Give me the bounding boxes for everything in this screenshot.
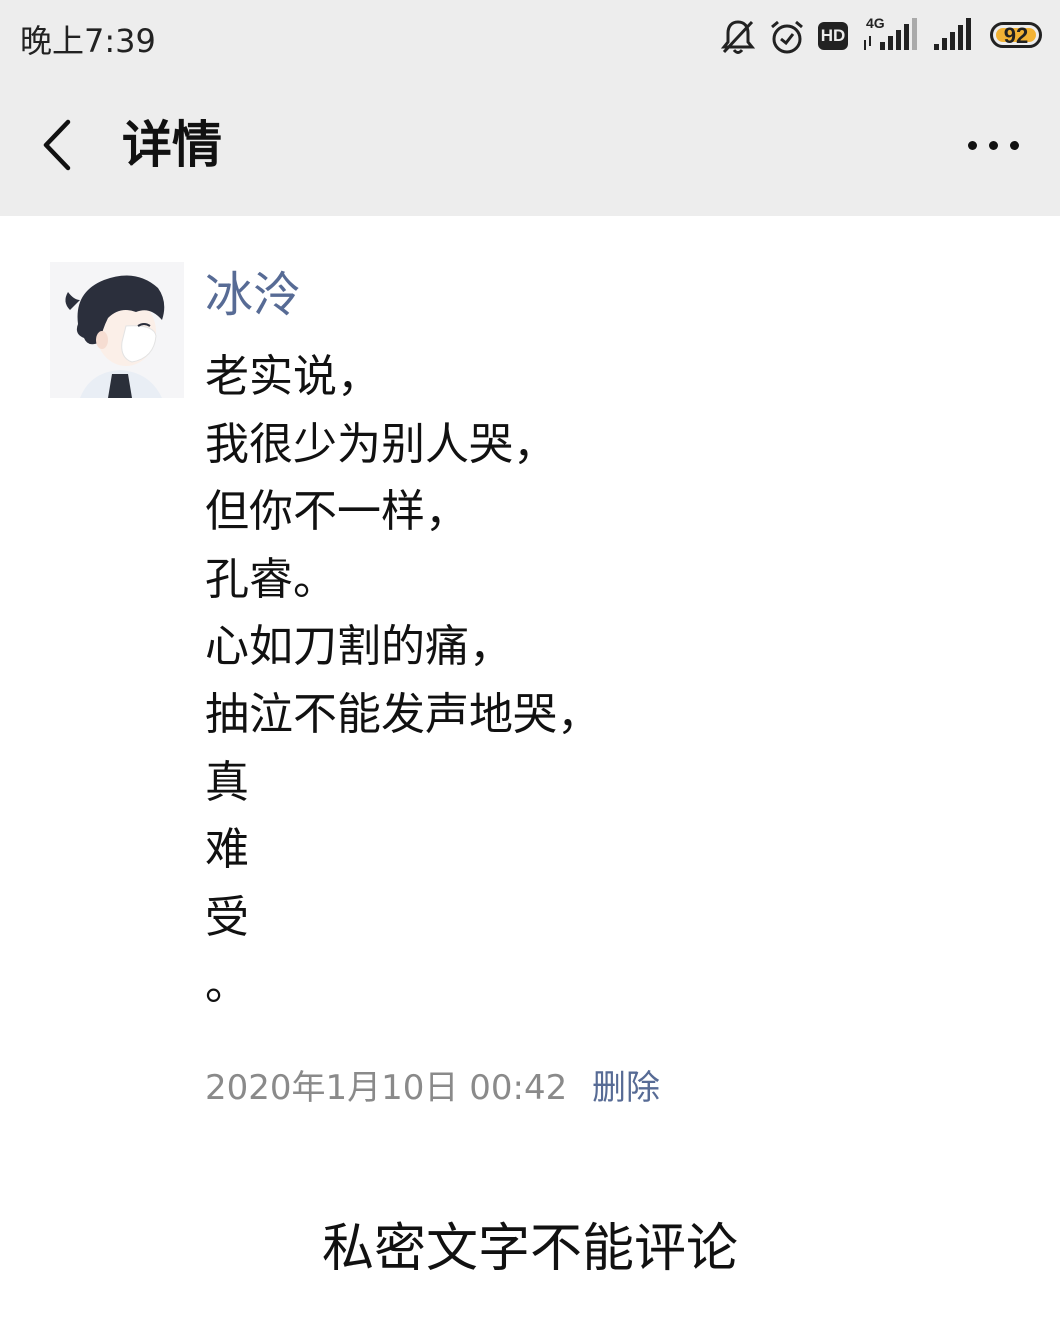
post-line: 受 (205, 891, 249, 943)
post-line: 但你不一样， (205, 486, 469, 538)
post-text: 老实说， 我很少为别人哭， 但你不一样， 孔睿。 心如刀割的痛， 抽泣不能发声地… (205, 343, 1025, 1019)
page-title: 详情 (122, 116, 222, 174)
post-line: 孔睿。 (205, 553, 337, 605)
avatar-illustration (50, 262, 184, 398)
more-dot (1010, 141, 1019, 150)
post-timestamp: 2020年1月10日 00:42 (205, 1068, 568, 1108)
more-button[interactable] (962, 126, 1032, 166)
post-line: 我很少为别人哭， (205, 418, 557, 470)
post-line: 心如刀割的痛， (205, 621, 513, 673)
moments-detail-screen: 晚上7:39 HD 4G 92 详情 冰泠 老实说， 我很少为别人哭， 但你不一… (0, 0, 1060, 1329)
delete-button[interactable]: 删除 (592, 1065, 660, 1111)
alarm-clock-icon (771, 20, 803, 54)
nav-bar: 详情 (0, 76, 1060, 216)
post-line: 真 (205, 756, 249, 808)
post-line: 抽泣不能发声地哭， (205, 688, 601, 740)
post-line: 难 (205, 824, 249, 876)
post-line: 。 (205, 959, 249, 1011)
post-line: 老实说， (205, 351, 381, 402)
status-bar: 晚上7:39 HD 4G 92 (0, 0, 1060, 76)
status-icons: HD 4G 92 (720, 14, 1060, 58)
svg-text:4G: 4G (866, 15, 885, 31)
bell-muted-icon (720, 20, 756, 54)
status-time: 晚上7:39 (20, 22, 156, 60)
battery-icon: 92 (990, 22, 1042, 48)
back-button[interactable] (30, 114, 86, 176)
chevron-left-icon (43, 119, 71, 171)
more-dots-icon (968, 141, 977, 150)
signal-icon (934, 18, 971, 50)
signal-4g-icon: 4G (864, 15, 917, 50)
author-name[interactable]: 冰泠 (205, 264, 301, 326)
battery-level: 92 (1003, 23, 1029, 48)
comments-disabled-notice: 私密文字不能评论 (321, 1219, 738, 1279)
hd-icon: HD (818, 22, 848, 50)
more-dot (989, 141, 998, 150)
avatar[interactable] (50, 262, 184, 398)
